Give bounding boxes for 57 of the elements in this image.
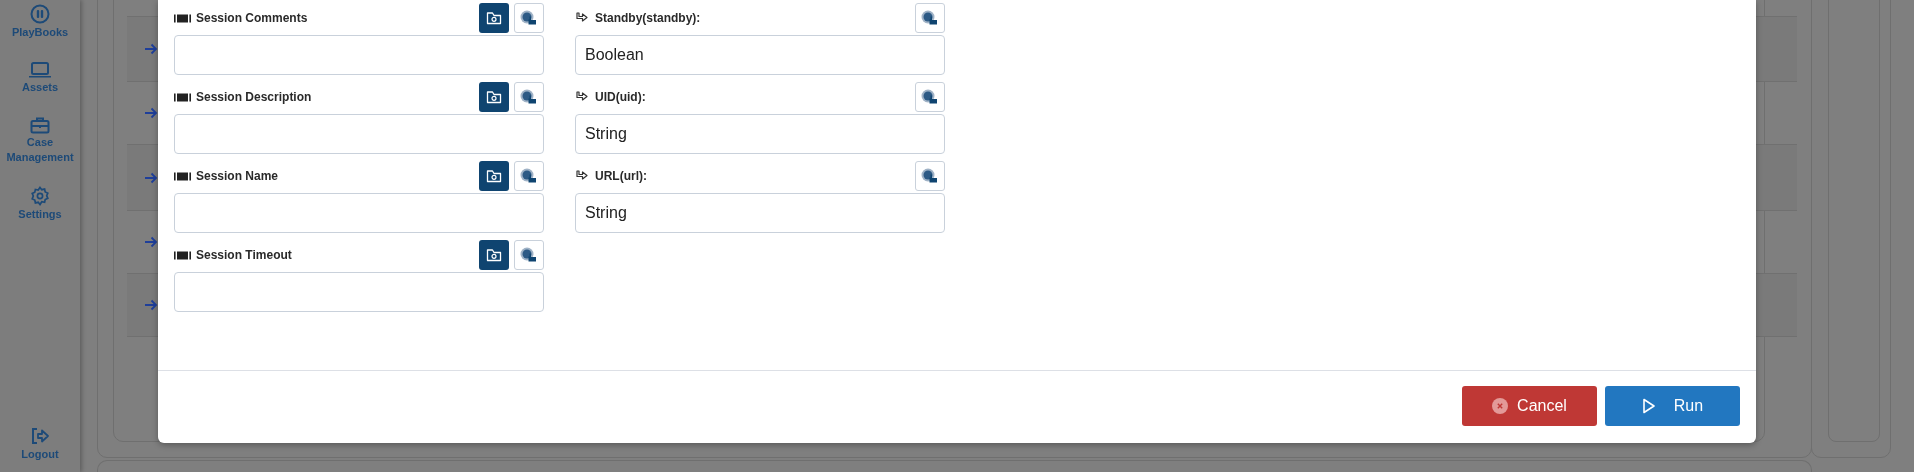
toggle-button[interactable] [514, 161, 544, 191]
arrow-right-icon [144, 107, 158, 119]
input-field[interactable] [174, 193, 544, 233]
settings-icon [30, 186, 50, 206]
toggle-button[interactable] [915, 3, 945, 33]
arrow-right-icon [144, 236, 158, 248]
input-field[interactable] [174, 114, 544, 154]
toggle-button[interactable] [915, 82, 945, 112]
input-field[interactable]: String [575, 193, 945, 233]
field-label: URL(url): [595, 168, 647, 185]
hand-pointer-icon [520, 168, 538, 184]
toggle-button[interactable] [915, 161, 945, 191]
return-arrow-icon [575, 170, 589, 182]
toggle-button[interactable] [514, 3, 544, 33]
tag-bar-icon [174, 250, 192, 260]
field-label: Session Name [196, 168, 279, 185]
folder-gear-icon [486, 90, 502, 104]
logout-icon [30, 427, 50, 445]
close-icon [1492, 398, 1509, 414]
run-button[interactable]: Run [1605, 386, 1740, 426]
briefcase-icon [30, 116, 50, 134]
hand-pointer-icon [520, 247, 538, 263]
tag-bar-icon [174, 171, 192, 181]
cancel-button[interactable]: Cancel [1462, 386, 1597, 426]
laptop-icon [28, 61, 52, 79]
hand-pointer-icon [520, 10, 538, 26]
folder-gear-icon [486, 248, 502, 262]
field-label: Session Description [196, 89, 312, 106]
hand-pointer-icon [921, 10, 939, 26]
play-icon [1641, 398, 1656, 414]
input-field[interactable]: String [575, 114, 945, 154]
field-label: Session Comments [196, 10, 308, 27]
hand-pointer-icon [921, 89, 939, 105]
folder-button[interactable] [479, 161, 509, 191]
tag-bar-icon [174, 92, 192, 102]
folder-button[interactable] [479, 3, 509, 33]
input-field[interactable] [174, 35, 544, 75]
tag-bar-icon [174, 13, 192, 23]
toggle-button[interactable] [514, 82, 544, 112]
folder-gear-icon [486, 11, 502, 25]
folder-button[interactable] [479, 82, 509, 112]
field-label: UID(uid): [595, 89, 646, 106]
arrow-right-icon [144, 299, 158, 311]
hand-pointer-icon [921, 168, 939, 184]
folder-gear-icon [486, 169, 502, 183]
arrow-right-icon [144, 171, 158, 184]
input-field[interactable] [174, 272, 544, 312]
field-label: Session Timeout [196, 247, 292, 264]
hand-pointer-icon [520, 89, 538, 105]
pause-circle-icon [30, 4, 50, 24]
return-arrow-icon [575, 12, 589, 24]
folder-button[interactable] [479, 240, 509, 270]
input-field[interactable]: Boolean [575, 35, 945, 75]
arrow-right-icon [144, 43, 158, 55]
field-label: Standby(standby): [595, 10, 701, 27]
toggle-button[interactable] [514, 240, 544, 270]
return-arrow-icon [575, 91, 589, 103]
